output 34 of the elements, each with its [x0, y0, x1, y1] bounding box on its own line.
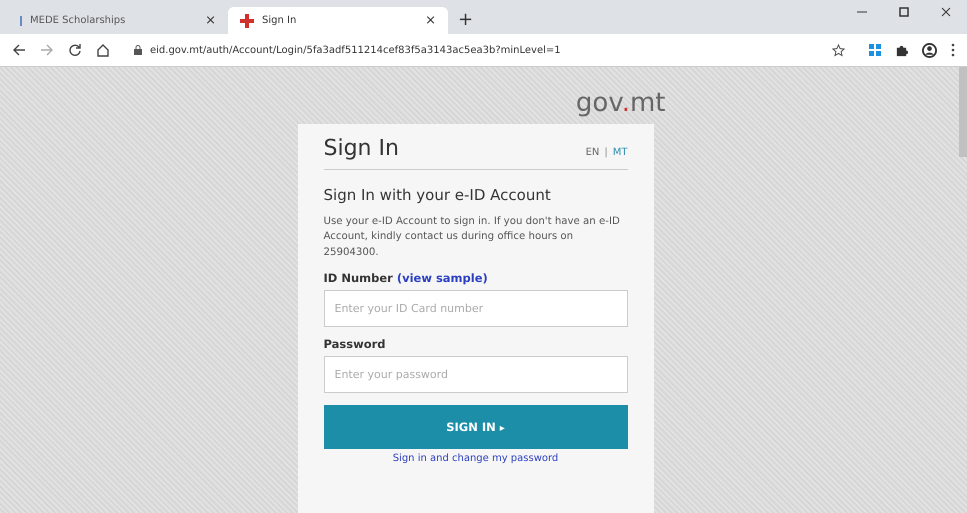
scrollbar[interactable]: [959, 67, 967, 157]
tab-title: MEDE Scholarships: [30, 15, 126, 26]
new-tab-button[interactable]: +: [448, 9, 484, 34]
field-label: ID Number: [324, 271, 393, 286]
site-logo: gov.mt: [576, 87, 666, 120]
browser-tab[interactable]: MEDE Scholarships ×: [8, 7, 228, 34]
language-link[interactable]: EN: [586, 146, 600, 158]
tab-title: Sign In: [262, 15, 298, 26]
field-label: Password: [324, 337, 386, 352]
star-icon[interactable]: [832, 44, 845, 56]
profile-icon[interactable]: [922, 42, 937, 58]
input-field[interactable]: Enter your password: [324, 356, 628, 394]
card-title: Sign In: [324, 136, 399, 161]
section-heading: Sign In with your e-ID Account: [324, 186, 552, 204]
grid-icon[interactable]: [869, 44, 881, 56]
change-password-link[interactable]: Sign in and change my password: [392, 453, 558, 464]
url-text: eid.gov.mt/auth/Account/Login/5fa3adf511214cef83f5a3143ac5ea3b?minLevel=1: [150, 44, 562, 56]
puzzle-icon[interactable]: [895, 44, 908, 56]
menu-icon[interactable]: [951, 43, 955, 57]
reload-icon[interactable]: [68, 43, 82, 57]
close-tab-button[interactable]: ×: [425, 13, 436, 28]
close-icon[interactable]: [941, 7, 951, 17]
view-sample-link[interactable]: (view sample): [396, 271, 488, 286]
cross-icon: [240, 14, 254, 28]
lock-icon: [134, 45, 142, 55]
browser-tab[interactable]: Sign In ×: [228, 7, 448, 34]
intro-text: Use your e-ID Account to sign in. If you don't have an e-ID Account, kindly contact us during office hours on 25904300.: [324, 214, 621, 260]
language-separator: |: [604, 146, 608, 158]
sign-in-button[interactable]: SIGN IN ▸: [324, 405, 628, 450]
maximize-icon[interactable]: [899, 7, 909, 17]
home-icon[interactable]: [96, 43, 110, 57]
input-field[interactable]: Enter your ID Card number: [324, 290, 628, 328]
close-tab-button[interactable]: ×: [205, 13, 216, 28]
back-arrow-icon[interactable]: [12, 43, 26, 57]
